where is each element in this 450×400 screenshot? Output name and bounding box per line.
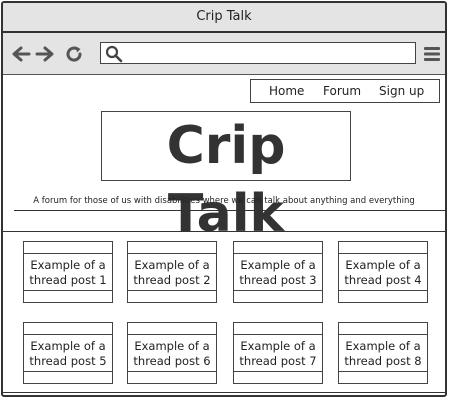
main-nav: Home Forum Sign up [250,79,440,103]
arrow-right-icon[interactable] [35,45,55,63]
thread-post-title: Example of a thread post 4 [338,253,428,291]
thread-post-card[interactable]: Example of a thread post 5 [23,322,113,384]
tagline-divider [14,210,445,211]
footer-divider [3,392,445,393]
hamburger-menu-icon[interactable] [424,46,440,62]
nav-home-link[interactable]: Home [269,80,304,102]
thread-post-title: Example of a thread post 2 [127,253,217,291]
logo-text: Crip Talk [166,116,286,244]
browser-window: Crip Talk Home Forum Sign up Crip Talk A… [1,1,447,397]
thread-post-card[interactable]: Example of a thread post 7 [233,322,323,384]
thread-post-title: Example of a thread post 3 [233,253,323,291]
thread-post-card[interactable]: Example of a thread post 2 [127,241,217,303]
address-input[interactable] [127,44,411,62]
thread-post-title: Example of a thread post 1 [23,253,113,291]
nav-forum-link[interactable]: Forum [323,80,361,102]
thread-post-title: Example of a thread post 8 [338,334,428,372]
thread-post-card[interactable]: Example of a thread post 8 [338,322,428,384]
nav-signup-link[interactable]: Sign up [379,80,424,102]
thread-post-card[interactable]: Example of a thread post 3 [233,241,323,303]
site-tagline: A forum for those of us with disabilitie… [33,196,415,206]
thread-post-title: Example of a thread post 5 [23,334,113,372]
refresh-icon[interactable] [65,45,85,63]
thread-post-card[interactable]: Example of a thread post 4 [338,241,428,303]
window-title: Crip Talk [3,3,445,33]
thread-post-title: Example of a thread post 6 [127,334,217,372]
arrow-left-icon[interactable] [11,45,31,63]
thread-post-card[interactable]: Example of a thread post 6 [127,322,217,384]
thread-post-title: Example of a thread post 7 [233,334,323,372]
address-bar[interactable] [100,42,416,64]
site-logo[interactable]: Crip Talk [101,111,351,244]
header-divider [3,231,445,232]
browser-toolbar [3,33,445,75]
search-icon [105,45,123,63]
thread-post-card[interactable]: Example of a thread post 1 [23,241,113,303]
